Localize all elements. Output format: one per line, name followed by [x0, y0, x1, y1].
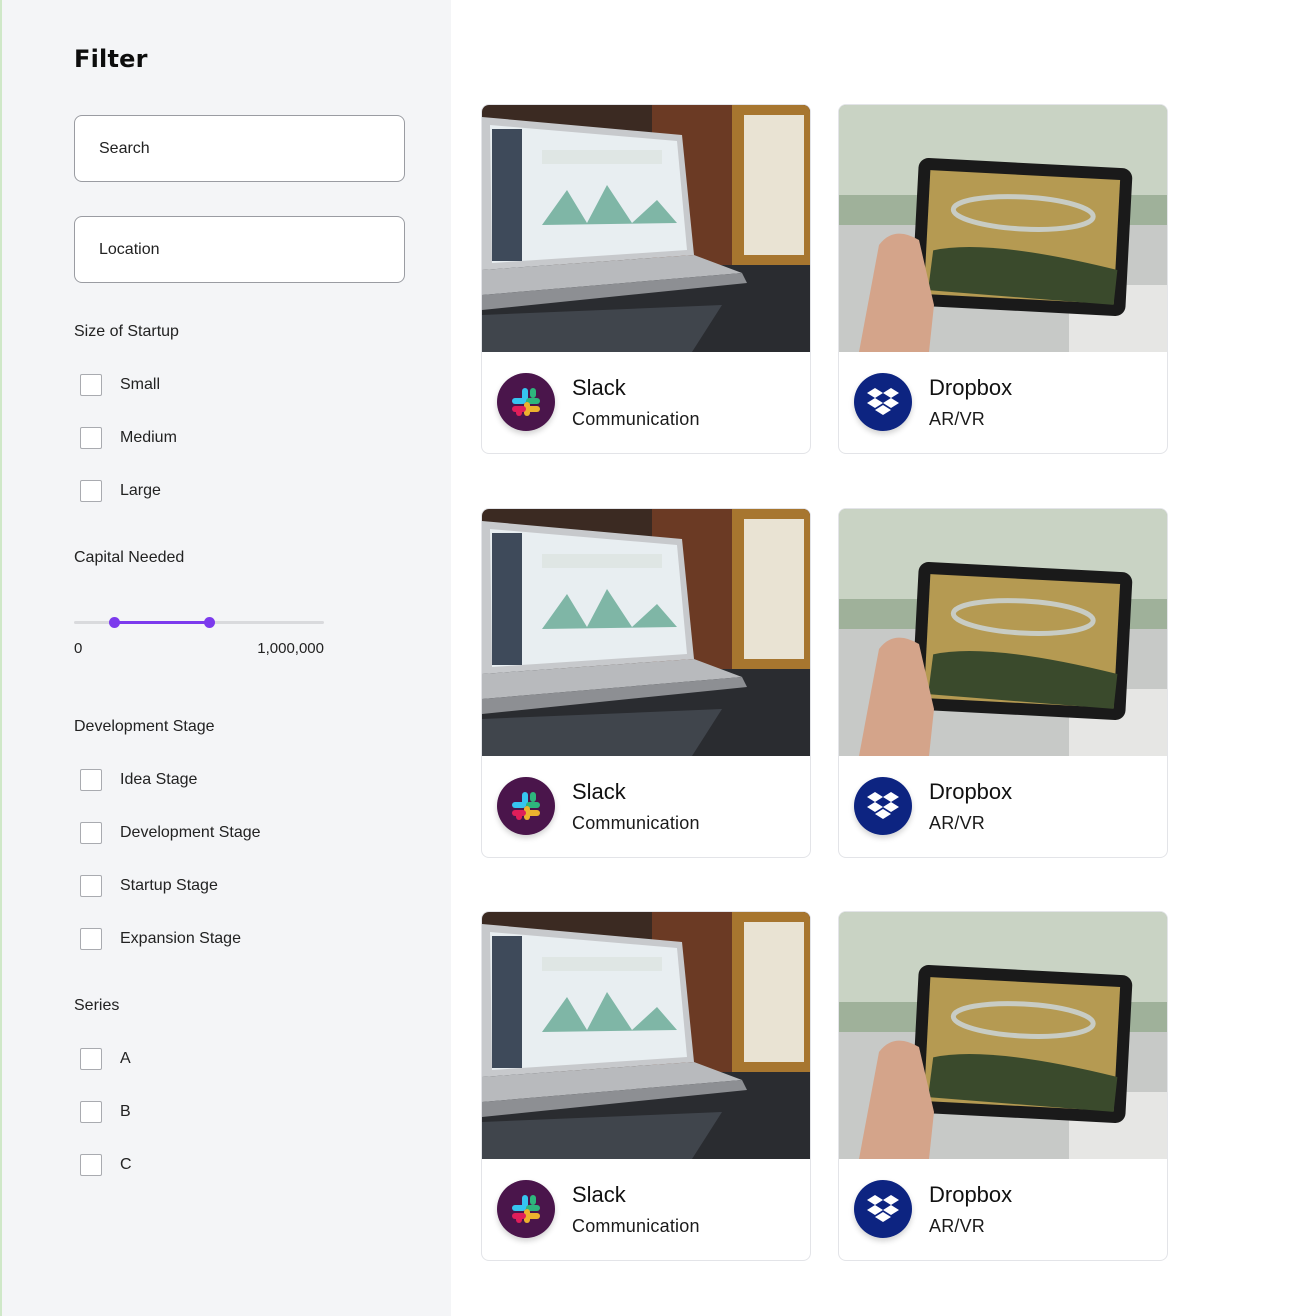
- stage-idea-checkbox[interactable]: [80, 769, 102, 791]
- size-medium-checkbox[interactable]: [80, 427, 102, 449]
- size-small-checkbox[interactable]: [80, 374, 102, 396]
- stage-startup-checkbox[interactable]: [80, 875, 102, 897]
- stage-option-expansion[interactable]: Expansion Stage: [80, 927, 241, 951]
- series-b-checkbox[interactable]: [80, 1101, 102, 1123]
- laptop-dashboard-photo: [482, 105, 810, 352]
- series-option-label: C: [120, 1156, 132, 1173]
- development-stage-label: Development Stage: [74, 718, 215, 735]
- size-option-label: Small: [120, 376, 161, 393]
- stage-expansion-checkbox[interactable]: [80, 928, 102, 950]
- startup-category: AR/VR: [929, 1216, 986, 1236]
- startup-card[interactable]: Slack Communication: [481, 104, 811, 454]
- slack-logo: [497, 777, 555, 835]
- series-c-checkbox[interactable]: [80, 1154, 102, 1176]
- stage-option-label: Idea Stage: [120, 771, 198, 788]
- size-option-label: Medium: [120, 429, 177, 446]
- series-option-c[interactable]: C: [80, 1153, 132, 1177]
- slider-max-handle[interactable]: [204, 617, 215, 628]
- startup-name: Dropbox: [929, 1182, 1013, 1207]
- startup-card[interactable]: Slack Communication: [481, 911, 811, 1261]
- laptop-dashboard-photo: [482, 509, 810, 756]
- search-input[interactable]: [74, 115, 405, 182]
- series-option-label: B: [120, 1103, 131, 1120]
- startup-card[interactable]: Dropbox AR/VR: [838, 508, 1168, 858]
- series-option-label: A: [120, 1050, 131, 1067]
- filter-title: Filter: [74, 45, 148, 73]
- series-option-a[interactable]: A: [80, 1047, 131, 1071]
- startup-card[interactable]: Dropbox AR/VR: [838, 911, 1168, 1261]
- startup-name: Slack: [572, 779, 626, 804]
- startup-name: Slack: [572, 1182, 626, 1207]
- filter-sidebar: Filter Size of Startup Small Medium Larg…: [2, 0, 451, 1316]
- stage-development-checkbox[interactable]: [80, 822, 102, 844]
- stage-option-development[interactable]: Development Stage: [80, 821, 261, 845]
- capital-max-value: 1,000,000: [257, 640, 324, 657]
- size-large-checkbox[interactable]: [80, 480, 102, 502]
- series-a-checkbox[interactable]: [80, 1048, 102, 1070]
- capital-range-slider[interactable]: [74, 612, 324, 632]
- size-option-label: Large: [120, 482, 161, 499]
- startup-card[interactable]: Dropbox AR/VR: [838, 104, 1168, 454]
- startup-category: AR/VR: [929, 813, 986, 833]
- series-label: Series: [74, 997, 120, 1014]
- stage-option-label: Startup Stage: [120, 877, 218, 894]
- startup-category: Communication: [572, 813, 700, 833]
- laptop-dashboard-photo: [482, 912, 810, 1159]
- dropbox-logo: [854, 777, 912, 835]
- startup-name: Dropbox: [929, 375, 1013, 400]
- startup-name: Dropbox: [929, 779, 1013, 804]
- tablet-ar-photo: [839, 509, 1167, 756]
- stage-option-label: Development Stage: [120, 824, 261, 841]
- size-option-medium[interactable]: Medium: [80, 426, 177, 450]
- capital-needed-label: Capital Needed: [74, 549, 185, 566]
- size-of-startup-label: Size of Startup: [74, 323, 179, 340]
- slider-selected-range: [114, 621, 209, 624]
- startup-name: Slack: [572, 375, 626, 400]
- dropbox-logo: [854, 1180, 912, 1238]
- tablet-ar-photo: [839, 105, 1167, 352]
- capital-min-value: 0: [74, 640, 83, 657]
- size-option-large[interactable]: Large: [80, 479, 161, 503]
- startup-card[interactable]: Slack Communication: [481, 508, 811, 858]
- location-input[interactable]: [74, 216, 405, 283]
- slack-logo: [497, 373, 555, 431]
- startup-category: Communication: [572, 1216, 700, 1236]
- size-option-small[interactable]: Small: [80, 373, 160, 397]
- dropbox-logo: [854, 373, 912, 431]
- slack-logo: [497, 1180, 555, 1238]
- startup-category: AR/VR: [929, 409, 986, 429]
- stage-option-idea[interactable]: Idea Stage: [80, 768, 197, 792]
- startup-category: Communication: [572, 409, 700, 429]
- series-option-b[interactable]: B: [80, 1100, 131, 1124]
- tablet-ar-photo: [839, 912, 1167, 1159]
- stage-option-startup[interactable]: Startup Stage: [80, 874, 218, 898]
- slider-min-handle[interactable]: [109, 617, 120, 628]
- stage-option-label: Expansion Stage: [120, 930, 241, 947]
